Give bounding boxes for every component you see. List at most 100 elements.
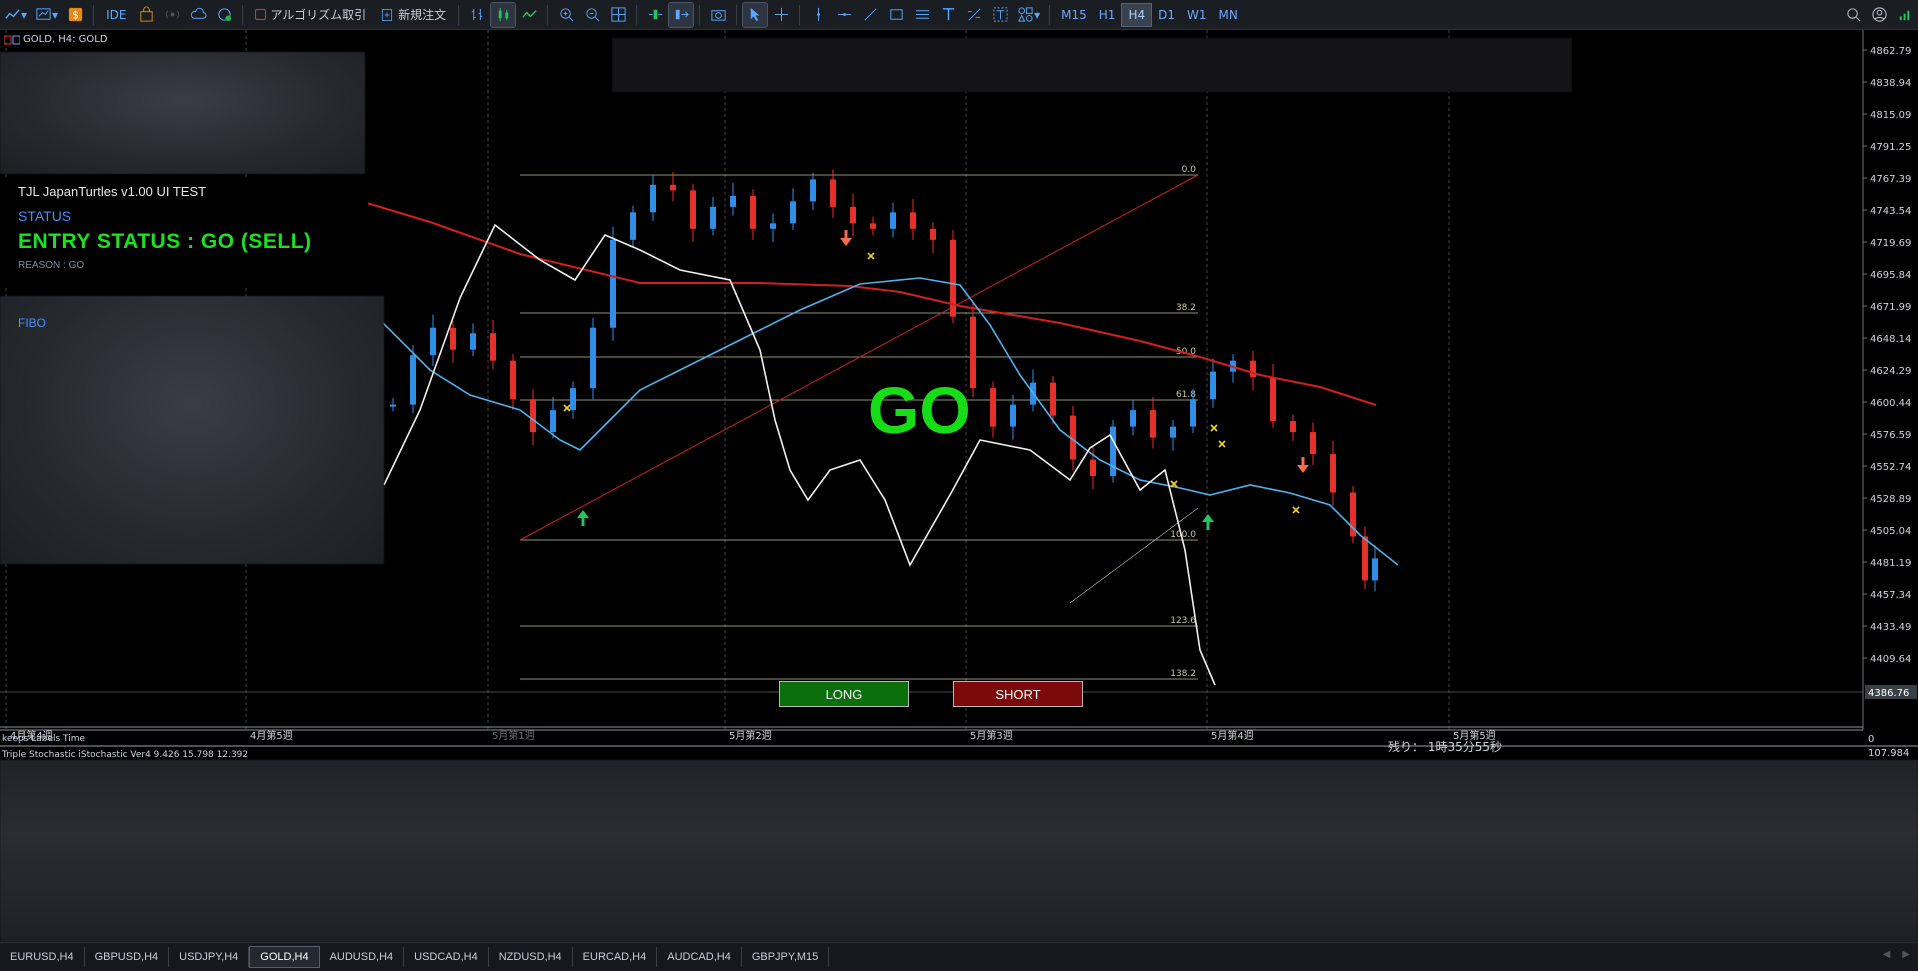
- candle-body: [1210, 371, 1216, 400]
- text-icon[interactable]: [936, 3, 960, 27]
- dollar-icon[interactable]: $: [63, 3, 87, 27]
- vertical-line-icon[interactable]: [806, 3, 830, 27]
- toolbar-separator: [93, 4, 95, 25]
- rectangle-icon[interactable]: [884, 3, 908, 27]
- price-label: 4505.04: [1870, 526, 1911, 537]
- price-label: 4600.44: [1870, 398, 1911, 409]
- fibonacci-icon[interactable]: [962, 3, 986, 27]
- scroll-right-icon[interactable]: ▶: [1902, 949, 1910, 960]
- symbol-tab-eurusd-h4[interactable]: EURUSD,H4: [0, 947, 85, 967]
- new-order-button[interactable]: 新規注文: [374, 3, 452, 27]
- remaining-value: 1時35分55秒: [1427, 740, 1503, 754]
- signal-strength-icon[interactable]: [1893, 3, 1917, 27]
- vps-icon[interactable]: [212, 3, 236, 27]
- timeframe-mn[interactable]: MN: [1212, 4, 1243, 26]
- blurred-region: [0, 296, 384, 564]
- candle-body: [710, 206, 716, 229]
- tile-windows-icon[interactable]: [606, 3, 630, 27]
- candle-body: [390, 404, 396, 407]
- line-series-icon[interactable]: [517, 3, 541, 27]
- candlestick-icon[interactable]: [490, 1, 517, 28]
- trendline-icon[interactable]: [858, 3, 882, 27]
- toolbar-separator: [699, 4, 701, 25]
- candle-body: [1330, 454, 1336, 493]
- timeframe-h4[interactable]: H4: [1121, 2, 1153, 27]
- candle-body: [770, 223, 776, 229]
- candle-body: [1110, 426, 1116, 477]
- candle-body: [1290, 421, 1296, 433]
- cloud-icon[interactable]: [186, 3, 210, 27]
- long-button[interactable]: LONG: [779, 681, 909, 707]
- candle-body: [910, 212, 916, 229]
- symbol-name: GOLD, H4: GOLD: [23, 34, 108, 45]
- search-icon[interactable]: [1841, 3, 1865, 27]
- symbol-tab-gold-h4[interactable]: GOLD,H4: [249, 946, 320, 968]
- chart-window[interactable]: 4862.79 4838.94 4815.09 4791.25 4767.39 4743.…: [0, 30, 1918, 942]
- symbol-tab-gbpjpy-m15[interactable]: GBPJPY,M15: [742, 947, 830, 967]
- channel-icon[interactable]: [910, 3, 934, 27]
- entry-reason: REASON : GO: [18, 260, 85, 271]
- symbol-tab-eurcad-h4[interactable]: EURCAD,H4: [573, 947, 658, 967]
- screenshot-icon[interactable]: [706, 3, 730, 27]
- candle-body: [530, 399, 536, 433]
- cursor-icon[interactable]: [742, 1, 769, 28]
- candle-body: [590, 327, 596, 389]
- time-label: 5月第4週: [1211, 729, 1254, 742]
- remaining-label: 残り：: [1388, 740, 1425, 754]
- symbol-tab-nzdusd-h4[interactable]: NZDUSD,H4: [489, 947, 573, 967]
- price-label: 4743.54: [1870, 206, 1911, 217]
- chart-menu-icon[interactable]: [4, 35, 20, 45]
- horizontal-line-icon[interactable]: [832, 3, 856, 27]
- auto-scroll-icon[interactable]: [643, 3, 667, 27]
- zoom-in-icon[interactable]: [554, 3, 578, 27]
- time-label: 5月第3週: [970, 729, 1013, 742]
- timeframe-h1[interactable]: H1: [1093, 4, 1122, 26]
- bar-chart-icon[interactable]: [465, 3, 489, 27]
- text-label-icon[interactable]: [988, 3, 1012, 27]
- ide-button[interactable]: IDE: [100, 3, 132, 27]
- candle-body: [1170, 426, 1176, 438]
- candle-body: [470, 333, 476, 350]
- price-label: 4862.79: [1870, 46, 1911, 57]
- crosshair-icon[interactable]: [769, 3, 793, 27]
- candle-body: [850, 206, 856, 224]
- price-label: 4457.34: [1870, 590, 1911, 601]
- candle-body: [550, 410, 556, 433]
- toolbar-separator: [636, 4, 638, 25]
- go-signal-text: GO: [868, 373, 971, 447]
- subwindow-max-label: 107.984: [1868, 748, 1909, 759]
- scroll-left-icon[interactable]: ◀: [1883, 949, 1891, 960]
- symbol-tab-audusd-h4[interactable]: AUDUSD,H4: [320, 947, 405, 967]
- buy-arrow-icon: [1202, 514, 1214, 522]
- signal-icon[interactable]: [160, 3, 184, 27]
- algo-trading-button[interactable]: アルゴリズム取引: [249, 3, 372, 27]
- line-chart-icon[interactable]: ▾: [1, 3, 30, 27]
- zoom-out-icon[interactable]: [580, 3, 604, 27]
- new-order-label: 新規注文: [398, 8, 447, 22]
- chart-shift-icon[interactable]: [668, 1, 695, 28]
- price-label: 4671.99: [1870, 302, 1911, 313]
- ma-red-line: [339, 194, 1377, 406]
- short-button[interactable]: SHORT: [953, 681, 1083, 707]
- candle-body: [970, 316, 976, 389]
- symbol-tab-usdjpy-h4[interactable]: USDJPY,H4: [169, 947, 250, 967]
- price-label: 4791.25: [1870, 142, 1911, 153]
- candle-body: [610, 239, 616, 328]
- market-bag-icon[interactable]: [134, 3, 158, 27]
- chart-window-icon[interactable]: ▾: [32, 3, 61, 27]
- price-label: 4815.09: [1870, 110, 1911, 121]
- timeframe-m15[interactable]: M15: [1055, 4, 1093, 26]
- candle-body: [1250, 360, 1256, 378]
- time-label: 5月第1週: [492, 729, 535, 742]
- symbol-tab-audcad-h4[interactable]: AUDCAD,H4: [657, 947, 742, 967]
- symbol-tab-gbpusd-h4[interactable]: GBPUSD,H4: [85, 947, 170, 967]
- price-label: 4624.29: [1870, 366, 1911, 377]
- candle-body: [810, 179, 816, 202]
- timeframe-w1[interactable]: W1: [1181, 4, 1213, 26]
- fib-level-label: 0.0: [1182, 165, 1197, 175]
- account-icon[interactable]: [1867, 3, 1891, 27]
- symbol-tab-usdcad-h4[interactable]: USDCAD,H4: [404, 947, 489, 967]
- shapes-icon[interactable]: ▾: [1014, 3, 1043, 27]
- candle-body: [670, 184, 676, 191]
- timeframe-d1[interactable]: D1: [1152, 4, 1181, 26]
